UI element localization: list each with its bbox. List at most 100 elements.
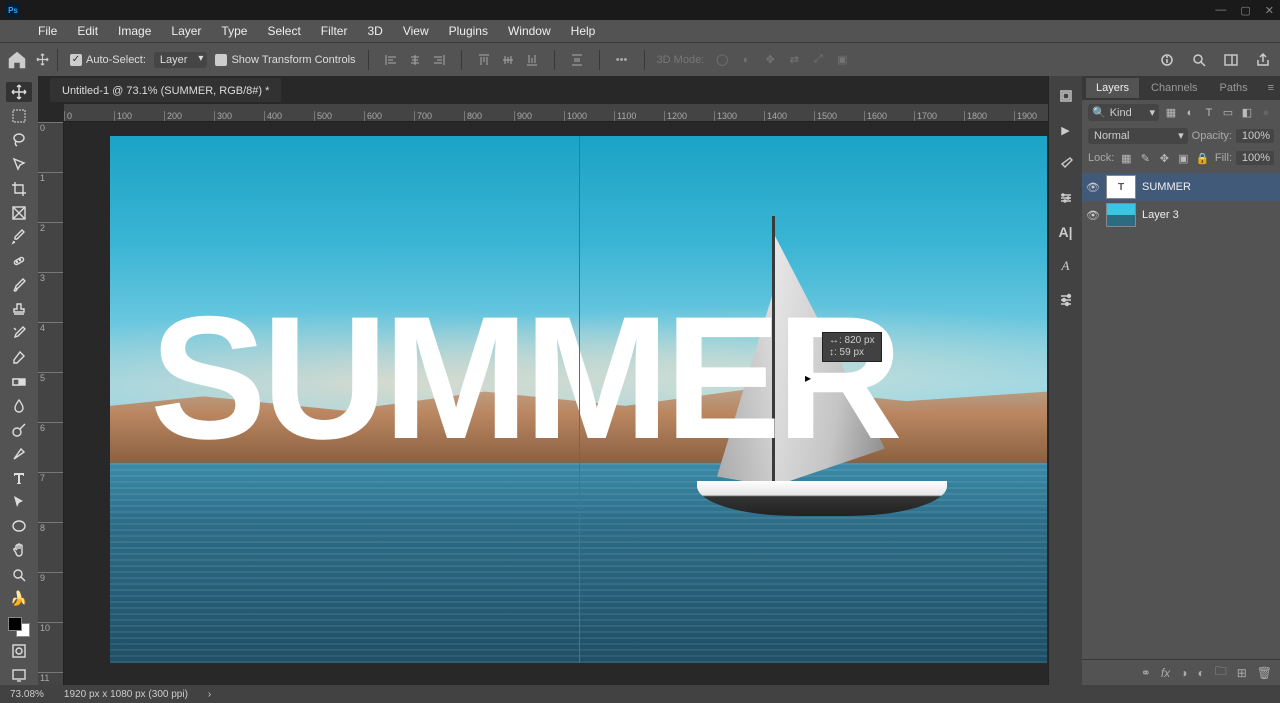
close-button[interactable]: ✕ [1265, 4, 1274, 17]
layer-group-icon[interactable]: 🗀 [1215, 662, 1227, 683]
color-swatch[interactable] [8, 617, 30, 637]
stamp-tool[interactable] [6, 299, 32, 319]
healing-tool[interactable] [6, 251, 32, 271]
layer-fx-icon[interactable]: fx [1161, 666, 1170, 680]
blur-tool[interactable] [6, 396, 32, 416]
character-panel-icon[interactable]: A| [1054, 220, 1078, 244]
align-vcenter-icon[interactable] [498, 50, 518, 70]
more-align-icon[interactable]: ••• [612, 50, 632, 70]
menu-window[interactable]: Window [500, 21, 559, 41]
layer-row[interactable]: 👁 T SUMMER [1082, 173, 1280, 201]
marquee-tool[interactable] [6, 106, 32, 126]
cloud-docs-icon[interactable] [1156, 49, 1178, 71]
layer-filter-dropdown[interactable]: 🔍 Kind▾ [1088, 104, 1159, 121]
filter-shape-icon[interactable]: ▭ [1220, 105, 1236, 121]
brushes-panel-icon[interactable] [1054, 152, 1078, 176]
lasso-tool[interactable] [6, 130, 32, 150]
link-layers-icon[interactable]: ⚭ [1141, 666, 1151, 680]
layer-thumbnail[interactable] [1106, 203, 1136, 227]
layer-thumbnail[interactable]: T [1106, 175, 1136, 199]
layer-row[interactable]: 👁 Layer 3 [1082, 201, 1280, 229]
layer-name[interactable]: Layer 3 [1142, 209, 1179, 221]
auto-select-target-dropdown[interactable]: Layer [154, 52, 208, 68]
opacity-input[interactable]: 100% [1236, 129, 1274, 143]
vertical-ruler[interactable]: 01234567891011 [38, 122, 64, 685]
home-icon[interactable] [6, 49, 28, 71]
align-left-icon[interactable] [381, 50, 401, 70]
move-tool[interactable] [6, 82, 32, 102]
visibility-toggle-icon[interactable]: 👁 [1086, 208, 1100, 222]
history-panel-icon[interactable] [1054, 84, 1078, 108]
filter-toggle-icon[interactable]: ● [1258, 105, 1274, 121]
filter-adjust-icon[interactable]: ◐ [1182, 105, 1198, 121]
paths-tab[interactable]: Paths [1210, 78, 1258, 98]
edit-toolbar-icon[interactable]: 🍌 [6, 589, 32, 609]
gradient-tool[interactable] [6, 372, 32, 392]
zoom-tool[interactable] [6, 565, 32, 585]
lock-pixels-icon[interactable]: ✎ [1137, 150, 1153, 166]
menu-edit[interactable]: Edit [69, 21, 106, 41]
lock-transparent-icon[interactable]: ▦ [1118, 150, 1134, 166]
maximize-button[interactable]: ▢ [1240, 4, 1250, 17]
horizontal-ruler[interactable]: 0100200300400500600700800900100011001200… [64, 104, 1048, 122]
status-arrow-icon[interactable]: › [208, 689, 211, 700]
align-bottom-icon[interactable] [522, 50, 542, 70]
pen-tool[interactable] [6, 444, 32, 464]
menu-view[interactable]: View [395, 21, 437, 41]
distribute-icon[interactable] [567, 50, 587, 70]
actions-panel-icon[interactable]: ▶ [1054, 118, 1078, 142]
fill-input[interactable]: 100% [1236, 151, 1274, 165]
brush-tool[interactable] [6, 275, 32, 295]
lock-position-icon[interactable]: ✥ [1156, 150, 1172, 166]
menu-type[interactable]: Type [213, 21, 255, 41]
blend-mode-dropdown[interactable]: Normal [1088, 128, 1188, 144]
quick-mask-icon[interactable] [6, 641, 32, 661]
menu-help[interactable]: Help [563, 21, 604, 41]
workspace-icon[interactable] [1220, 49, 1242, 71]
dodge-tool[interactable] [6, 420, 32, 440]
delete-layer-icon[interactable]: 🗑 [1257, 666, 1272, 680]
screen-mode-icon[interactable] [6, 665, 32, 685]
crop-tool[interactable] [6, 179, 32, 199]
filter-smart-icon[interactable]: ◧ [1239, 105, 1255, 121]
frame-tool[interactable] [6, 203, 32, 223]
path-select-tool[interactable] [6, 492, 32, 512]
hand-tool[interactable] [6, 540, 32, 560]
type-tool[interactable] [6, 468, 32, 488]
filter-pixel-icon[interactable]: ▦ [1163, 105, 1179, 121]
document-tab[interactable]: Untitled-1 @ 73.1% (SUMMER, RGB/8#) * [50, 78, 281, 102]
visibility-toggle-icon[interactable]: 👁 [1086, 180, 1100, 194]
align-hcenter-icon[interactable] [405, 50, 425, 70]
filter-type-icon[interactable]: T [1201, 105, 1217, 121]
eraser-tool[interactable] [6, 347, 32, 367]
document-dims[interactable]: 1920 px x 1080 px (300 ppi) [64, 689, 188, 700]
menu-file[interactable]: File [30, 21, 65, 41]
adjustment-layer-icon[interactable]: ◐ [1197, 666, 1204, 680]
auto-select-checkbox[interactable]: Auto-Select: [70, 54, 146, 66]
history-brush-tool[interactable] [6, 323, 32, 343]
show-transform-checkbox[interactable]: Show Transform Controls [215, 54, 355, 66]
move-tool-indicator-icon[interactable] [36, 49, 58, 71]
menu-filter[interactable]: Filter [313, 21, 356, 41]
channels-tab[interactable]: Channels [1141, 78, 1207, 98]
layer-name[interactable]: SUMMER [1142, 181, 1191, 193]
align-right-icon[interactable] [429, 50, 449, 70]
minimize-button[interactable]: — [1215, 4, 1226, 17]
properties-panel-icon[interactable] [1054, 288, 1078, 312]
lock-all-icon[interactable]: 🔒 [1194, 150, 1210, 166]
foreground-color[interactable] [8, 617, 22, 631]
zoom-level[interactable]: 73.08% [10, 689, 44, 700]
layer-mask-icon[interactable]: ◑ [1180, 666, 1187, 680]
canvas[interactable]: SUMMER ↔: 820 px ↕: 59 px ▸ [110, 136, 1047, 663]
share-icon[interactable] [1252, 49, 1274, 71]
layers-tab[interactable]: Layers [1086, 78, 1139, 98]
menu-layer[interactable]: Layer [163, 21, 209, 41]
lock-artboard-icon[interactable]: ▣ [1175, 150, 1191, 166]
shape-tool[interactable] [6, 516, 32, 536]
selection-tool[interactable] [6, 154, 32, 174]
menu-image[interactable]: Image [110, 21, 159, 41]
menu-select[interactable]: Select [259, 21, 308, 41]
search-icon[interactable] [1188, 49, 1210, 71]
align-top-icon[interactable] [474, 50, 494, 70]
panel-menu-icon[interactable]: ≡ [1268, 82, 1280, 94]
